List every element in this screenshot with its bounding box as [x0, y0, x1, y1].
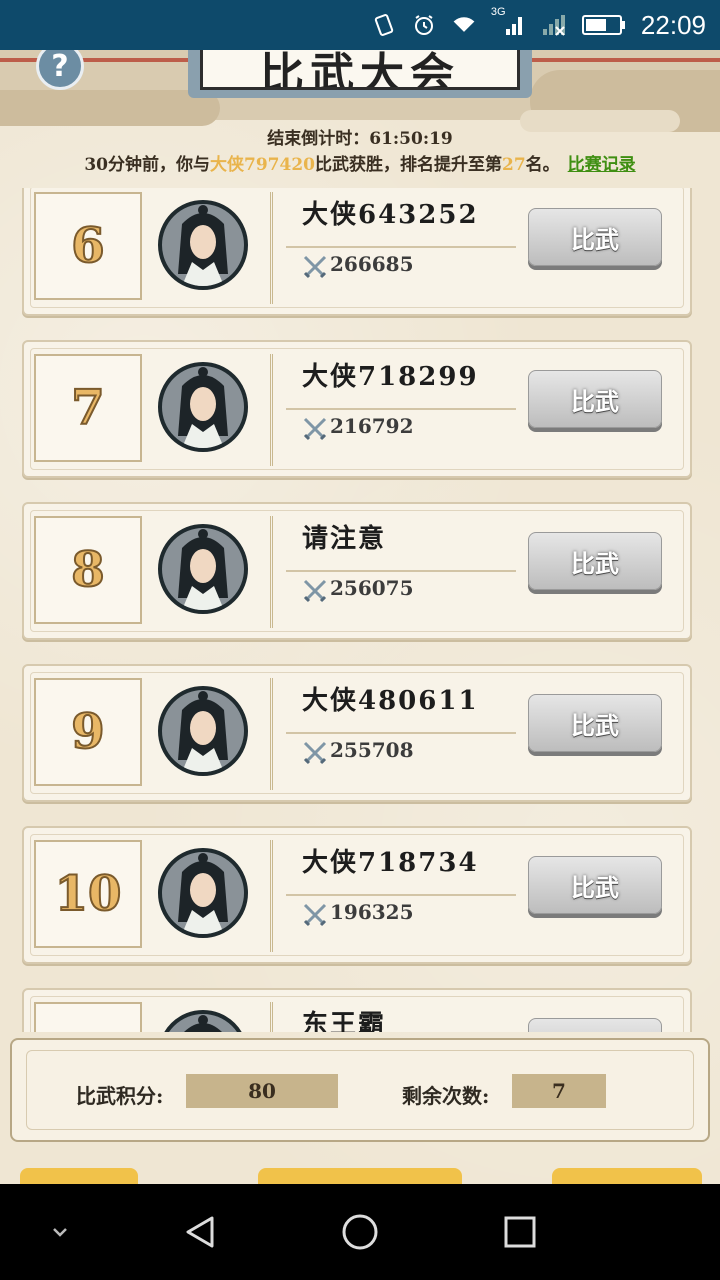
- challenge-button[interactable]: 比武: [528, 532, 662, 590]
- player-name: 东王霸: [302, 1010, 387, 1032]
- crossed-swords-icon: [302, 740, 328, 766]
- divider: [286, 732, 516, 734]
- countdown-label: 结束倒计时：: [267, 129, 370, 149]
- score-value: 80: [186, 1074, 338, 1108]
- bottom-tab-button[interactable]: [552, 1168, 702, 1184]
- battle-notice: 30分钟前，你与大侠797420比武获胜，排名提升至第27名。 比赛记录: [0, 150, 720, 175]
- player-name: 大侠718734: [302, 848, 479, 878]
- avatar: [158, 686, 248, 776]
- challenge-button[interactable]: 比武: [528, 694, 662, 752]
- notice-suffix: 名。: [525, 155, 560, 175]
- ranking-card: 东王霸: [22, 988, 692, 1032]
- notice-rank: 27: [501, 155, 526, 175]
- divider: [286, 570, 516, 572]
- stats-panel: 比武积分: 80 剩余次数: 7: [10, 1038, 710, 1142]
- rank-box: 9: [34, 678, 142, 786]
- ranking-card: 10 大侠718734 196325 比武: [22, 826, 692, 964]
- notice-prefix: 30分钟前，你与: [84, 155, 210, 175]
- status-bar: 3G 22:09: [0, 0, 720, 50]
- ranking-card: 7 大侠718299 216792 比武: [22, 340, 692, 478]
- question-icon: ?: [51, 50, 69, 84]
- rank-number: 9: [70, 703, 105, 761]
- challenge-button[interactable]: [528, 1018, 662, 1032]
- rank-box: [34, 1002, 142, 1032]
- avatar: [158, 1010, 248, 1032]
- divider: [286, 246, 516, 248]
- title-plaque: 比武大会: [188, 50, 532, 98]
- crossed-swords-icon: [302, 578, 328, 604]
- ranking-list[interactable]: 6 大侠643252 266685 比武 7 大侠718299 216792 比…: [0, 188, 720, 1032]
- avatar: [158, 524, 248, 614]
- ranking-card: 9 大侠480611 255708 比武: [22, 664, 692, 802]
- vibrate-icon: [371, 12, 397, 38]
- rank-box: 7: [34, 354, 142, 462]
- back-button[interactable]: [180, 1212, 220, 1252]
- collapse-icon[interactable]: [40, 1212, 80, 1252]
- challenge-button[interactable]: 比武: [528, 370, 662, 428]
- avatar: [158, 848, 248, 938]
- rank-box: 8: [34, 516, 142, 624]
- bottom-tab-button[interactable]: [20, 1168, 138, 1184]
- wifi-icon: [451, 12, 477, 38]
- avatar: [158, 200, 248, 290]
- rank-number: 8: [70, 541, 105, 599]
- ranking-card: 8 请注意 256075 比武: [22, 502, 692, 640]
- combat-power: 216792: [330, 414, 414, 438]
- game-screen: ? 比武大会 结束倒计时：61:50:19 30分钟前，你与大侠797420比武…: [0, 50, 720, 1184]
- crossed-swords-icon: [302, 416, 328, 442]
- title-frame: 比武大会: [200, 50, 520, 90]
- combat-power: 196325: [330, 900, 414, 924]
- notice-opponent: 大侠797420: [210, 155, 315, 175]
- countdown-value: 61:50:19: [369, 129, 453, 149]
- crossed-swords-icon: [302, 254, 328, 280]
- challenge-button[interactable]: 比武: [528, 208, 662, 266]
- ranking-card: 6 大侠643252 266685 比武: [22, 188, 692, 316]
- player-name: 大侠718299: [302, 362, 479, 392]
- avatar: [158, 362, 248, 452]
- rank-box: 10: [34, 840, 142, 948]
- player-name: 大侠480611: [302, 686, 479, 716]
- challenge-button[interactable]: 比武: [528, 856, 662, 914]
- divider: [286, 408, 516, 410]
- rank-number: 6: [70, 217, 105, 275]
- page-title: 比武大会: [260, 50, 460, 90]
- cloud-decoration: [0, 90, 220, 126]
- recents-button[interactable]: [500, 1212, 540, 1252]
- cellular-signal-icon: 3G: [491, 6, 527, 38]
- rank-box: 6: [34, 192, 142, 300]
- player-name: 大侠643252: [302, 200, 479, 230]
- bottom-tab-button[interactable]: [258, 1168, 462, 1184]
- remaining-value: 7: [512, 1074, 606, 1108]
- rank-number: 7: [70, 379, 105, 437]
- rank-number: 10: [54, 865, 123, 923]
- combat-power: 255708: [330, 738, 414, 762]
- divider: [286, 894, 516, 896]
- combat-power: 266685: [330, 252, 414, 276]
- notice-mid: 比武获胜，排名提升至第: [314, 155, 502, 175]
- no-signal-icon: [541, 12, 567, 38]
- remaining-label: 剩余次数:: [402, 1084, 490, 1108]
- player-name: 请注意: [302, 524, 387, 554]
- clock-time: 22:09: [640, 9, 706, 40]
- combat-power: 256075: [330, 576, 414, 600]
- navigation-bar: [0, 1184, 720, 1280]
- network-type-label: 3G: [490, 6, 506, 18]
- crossed-swords-icon: [302, 902, 328, 928]
- home-button[interactable]: [340, 1212, 380, 1252]
- countdown-timer: 结束倒计时：61:50:19: [0, 124, 720, 149]
- alarm-icon: [411, 12, 437, 38]
- battery-icon: [581, 12, 627, 38]
- score-label: 比武积分:: [76, 1084, 164, 1108]
- match-record-link[interactable]: 比赛记录: [568, 155, 636, 175]
